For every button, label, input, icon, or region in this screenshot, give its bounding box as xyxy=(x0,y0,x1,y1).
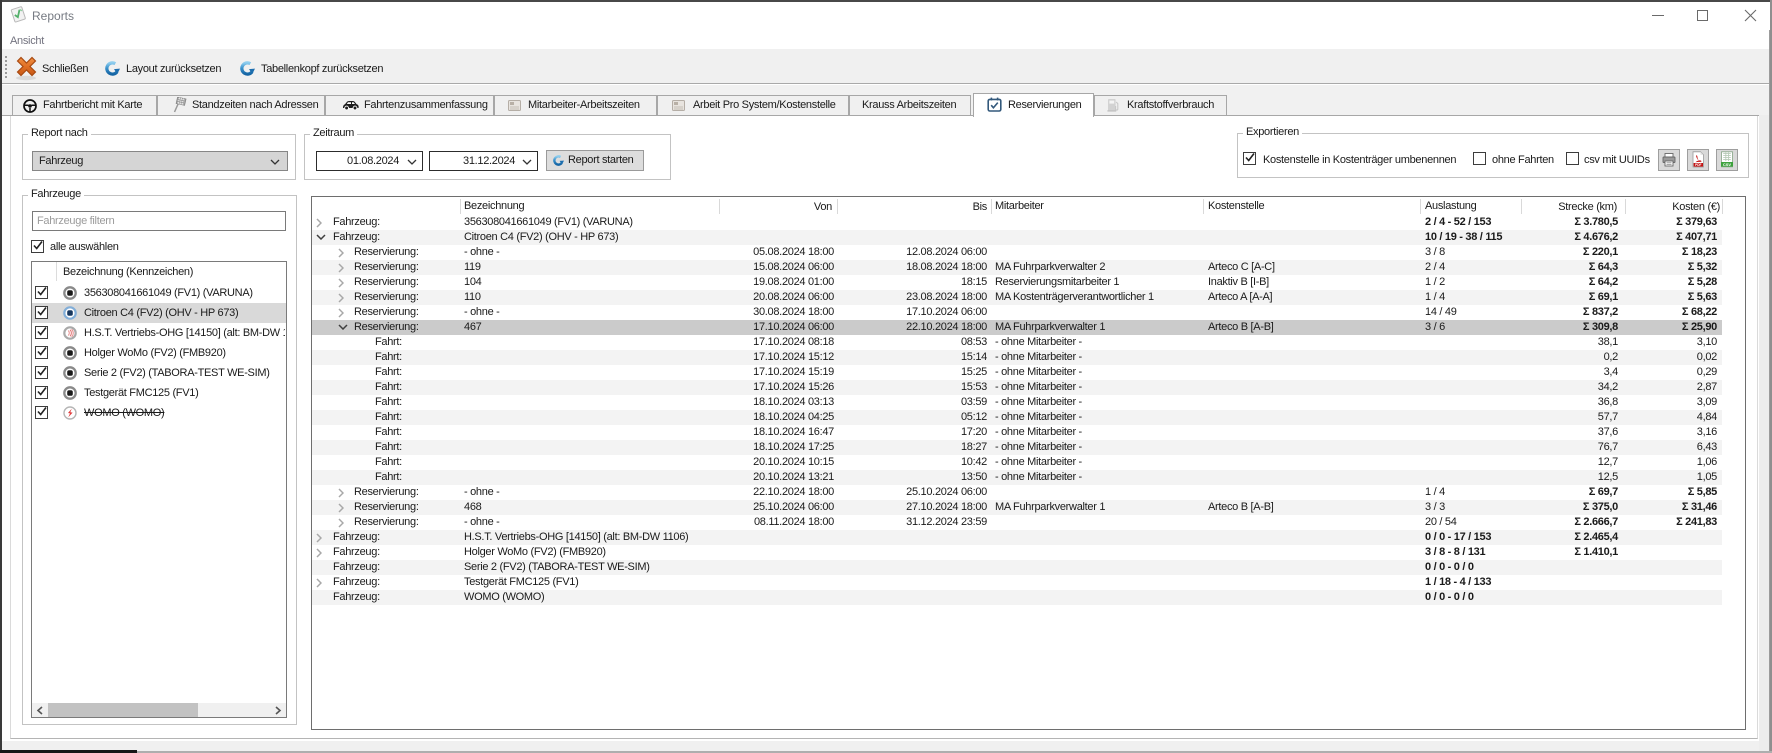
svg-text:PDF: PDF xyxy=(1695,163,1701,167)
svg-text:CSV: CSV xyxy=(1723,162,1732,167)
